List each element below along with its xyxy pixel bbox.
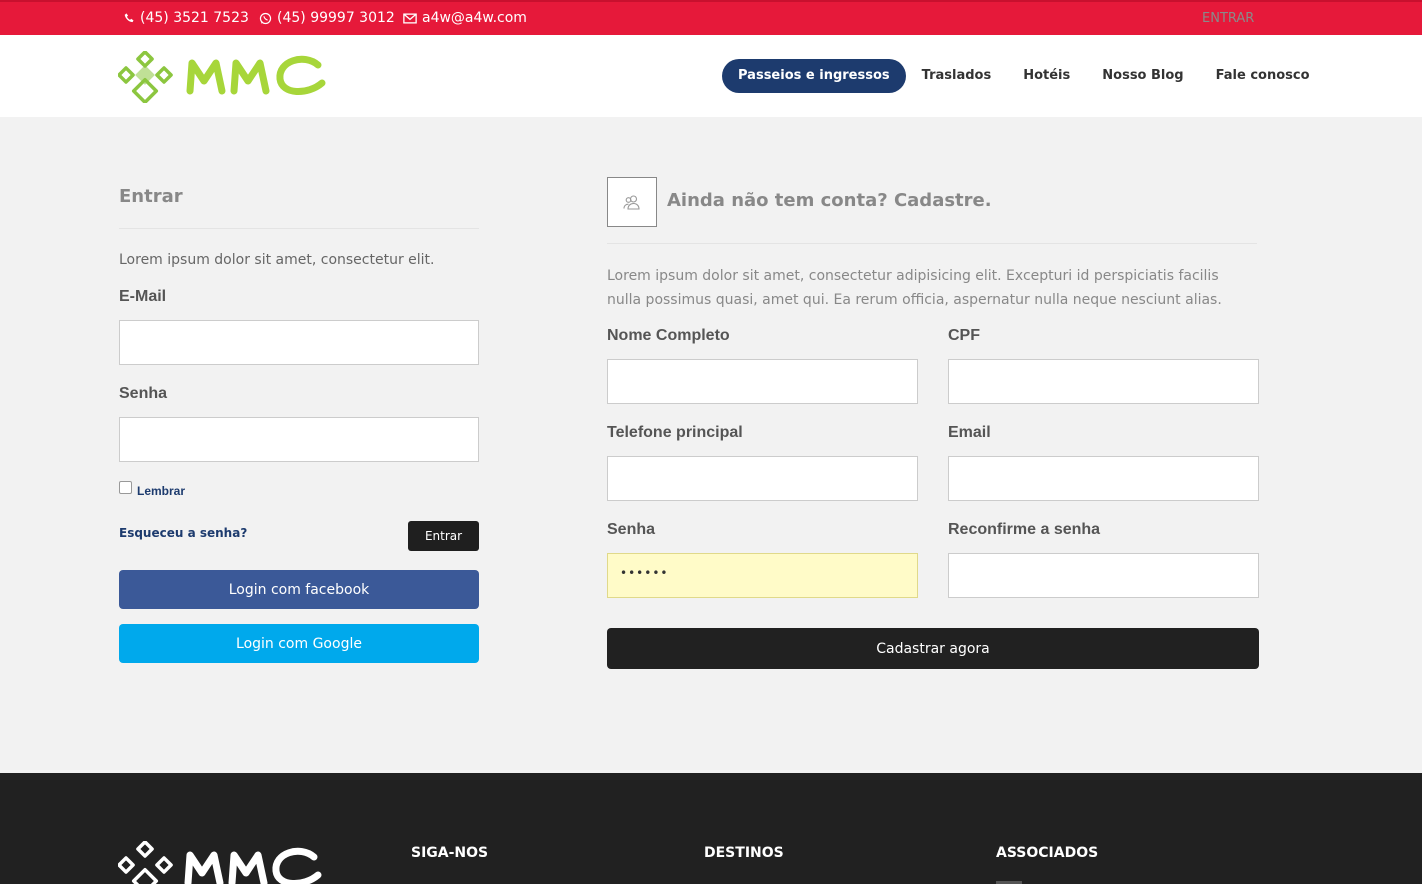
register-submit-button[interactable]: Cadastrar agora xyxy=(607,628,1259,669)
email-label: E-Mail xyxy=(119,288,167,305)
login-email-input[interactable] xyxy=(119,320,479,365)
password-mask: •••••• xyxy=(620,566,669,580)
google-login-button[interactable]: Login com Google xyxy=(119,624,479,663)
top-login-link[interactable]: ENTRAR xyxy=(1202,11,1254,26)
reconfirm-password-input[interactable] xyxy=(948,553,1259,598)
facebook-login-button[interactable]: Login com facebook xyxy=(119,570,479,609)
footer-heading-siga-nos: SIGA-NOS xyxy=(411,845,489,861)
login-password-input[interactable] xyxy=(119,417,479,462)
register-description: Lorem ipsum dolor sit amet, consectetur … xyxy=(607,268,1222,308)
nav-item-contato[interactable]: Fale conosco xyxy=(1200,59,1326,93)
nav-item-traslados[interactable]: Traslados xyxy=(906,59,1008,93)
envelope-icon xyxy=(403,12,417,24)
nome-input[interactable] xyxy=(607,359,918,404)
site-header: Passeios e ingressos Traslados Hotéis No… xyxy=(0,35,1422,117)
telefone-label: Telefone principal xyxy=(607,424,743,441)
remember-checkbox[interactable] xyxy=(119,481,132,494)
mmc-logo[interactable] xyxy=(118,841,323,884)
register-title: Ainda não tem conta? Cadastre. xyxy=(667,190,992,211)
whatsapp-contact: (45) 99997 3012 xyxy=(259,10,395,26)
cpf-input[interactable] xyxy=(948,359,1259,404)
email-address: a4w@a4w.com xyxy=(422,10,527,26)
nav-item-passeios[interactable]: Passeios e ingressos xyxy=(722,59,906,93)
site-footer: SIGA-NOS DESTINOS ASSOCIADOS xyxy=(0,773,1422,884)
nome-label: Nome Completo xyxy=(607,327,730,344)
register-email-input[interactable] xyxy=(948,456,1259,501)
nav-item-hoteis[interactable]: Hotéis xyxy=(1007,59,1086,93)
email-contact: a4w@a4w.com xyxy=(403,10,527,26)
password-label: Senha xyxy=(119,385,168,402)
remember-label[interactable]: Lembrar xyxy=(137,484,185,498)
mmc-logo[interactable] xyxy=(118,51,328,103)
phone-number: (45) 3521 7523 xyxy=(140,10,249,26)
register-email-label: Email xyxy=(948,424,991,441)
footer-heading-associados: ASSOCIADOS xyxy=(996,845,1099,861)
forgot-password-link[interactable]: Esqueceu a senha? xyxy=(119,526,247,540)
whatsapp-icon xyxy=(259,12,272,24)
login-title: Entrar xyxy=(119,186,183,207)
footer-heading-destinos: DESTINOS xyxy=(704,845,784,861)
whatsapp-number: (45) 99997 3012 xyxy=(277,10,395,26)
phone-icon xyxy=(124,13,134,23)
telefone-input[interactable] xyxy=(607,456,918,501)
top-bar: (45) 3521 7523 (45) 99997 3012 a4w@a4w.c… xyxy=(0,0,1422,35)
nav-item-blog[interactable]: Nosso Blog xyxy=(1086,59,1199,93)
cpf-label: CPF xyxy=(948,327,980,344)
divider xyxy=(607,243,1257,244)
login-submit-button[interactable]: Entrar xyxy=(408,521,479,551)
divider xyxy=(119,228,479,229)
users-icon xyxy=(623,195,640,210)
reconfirme-label: Reconfirme a senha xyxy=(948,521,1101,538)
senha-label: Senha xyxy=(607,521,656,538)
main-nav: Passeios e ingressos Traslados Hotéis No… xyxy=(722,59,1326,93)
phone-contact: (45) 3521 7523 xyxy=(124,10,249,26)
register-icon-box xyxy=(607,177,657,227)
login-description: Lorem ipsum dolor sit amet, consectetur … xyxy=(119,252,435,268)
